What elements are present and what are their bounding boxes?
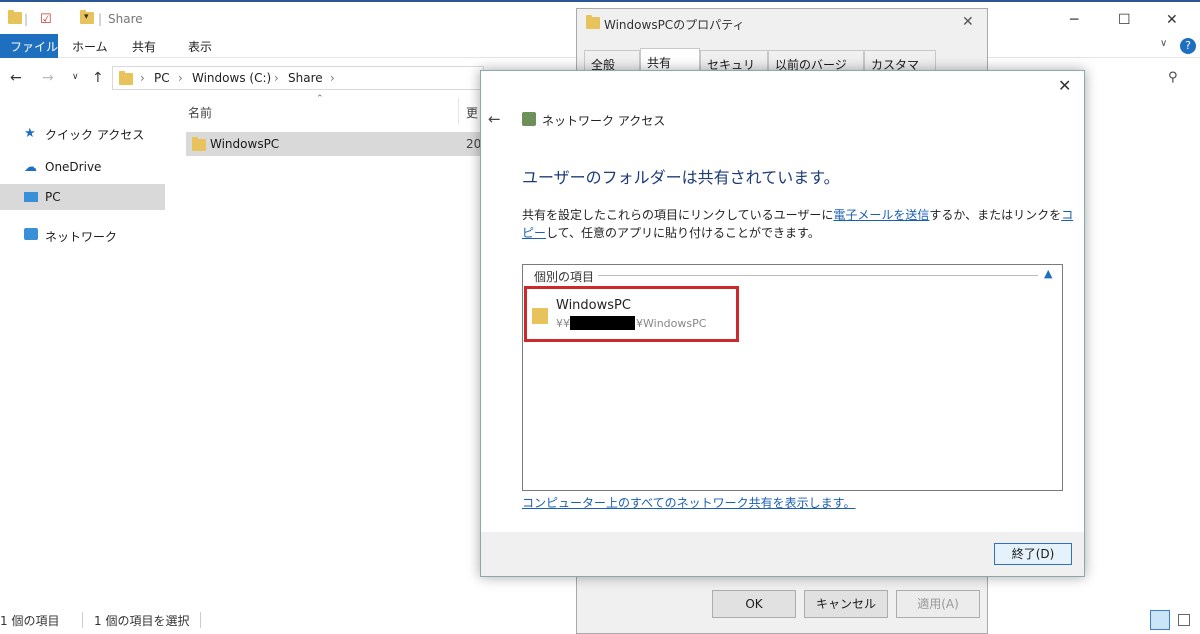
- network-share-icon: [522, 112, 536, 126]
- help-icon[interactable]: ?: [1180, 38, 1196, 54]
- properties-check-icon[interactable]: ☑: [40, 12, 52, 27]
- column-header-name[interactable]: 名前: [188, 104, 212, 121]
- collapse-icon[interactable]: ▲: [1044, 267, 1052, 280]
- close-icon[interactable]: ✕: [962, 14, 974, 30]
- redaction-bar: [570, 316, 635, 330]
- status-selected-count: 1 個の項目を選択: [94, 614, 190, 628]
- file-date: 20: [466, 137, 482, 151]
- folder-icon: [8, 10, 22, 24]
- shared-item-name[interactable]: WindowsPC: [556, 298, 631, 313]
- computer-icon: [24, 192, 38, 202]
- back-icon[interactable]: ←: [488, 110, 501, 128]
- shared-item-path-prefix: ¥¥: [556, 317, 570, 330]
- breadcrumb-drive[interactable]: Windows (C:): [192, 71, 271, 85]
- desc-text: 共有を設定したこれらの項目にリンクしているユーザーに: [522, 208, 834, 222]
- back-icon[interactable]: ←: [10, 70, 22, 86]
- status-divider: [82, 612, 83, 628]
- show-all-shares-link[interactable]: コンピューター上のすべてのネットワーク共有を表示します。: [522, 494, 855, 511]
- folder-icon: [532, 308, 548, 324]
- group-label: 個別の項目: [534, 268, 599, 285]
- close-icon[interactable]: ✕: [1058, 76, 1071, 95]
- cloud-icon: ☁: [24, 160, 37, 175]
- folder-icon: [119, 71, 133, 85]
- sidebar-item-label: ネットワーク: [45, 230, 118, 244]
- ribbon-tab-file[interactable]: ファイル: [0, 34, 58, 58]
- expand-ribbon-icon[interactable]: ∨: [1160, 38, 1167, 49]
- highlight-box: [524, 286, 739, 342]
- finish-button[interactable]: 終了(D): [994, 543, 1072, 565]
- sidebar-item-quick-access[interactable]: ★ クイック アクセス: [0, 120, 165, 146]
- column-divider[interactable]: [458, 98, 459, 124]
- breadcrumb-separator-icon[interactable]: ›: [274, 71, 279, 85]
- sidebar-item-label: OneDrive: [45, 160, 102, 174]
- folder-icon: [192, 137, 206, 151]
- sort-ascending-icon: ⌃: [316, 94, 324, 104]
- dialog-heading: ユーザーのフォルダーは共有されています。: [522, 168, 840, 187]
- sidebar-item-label: PC: [45, 190, 61, 204]
- email-link[interactable]: 電子メールを送信: [833, 208, 929, 222]
- separator-icon: |: [24, 12, 29, 26]
- sidebar-item-label: クイック アクセス: [45, 128, 145, 142]
- maximize-icon[interactable]: ☐: [1118, 12, 1131, 28]
- quick-access-dropdown-icon[interactable]: ▾: [84, 12, 89, 22]
- breadcrumb-separator-icon[interactable]: ›: [330, 71, 335, 85]
- dialog-title: ネットワーク アクセス: [542, 114, 666, 128]
- breadcrumb-separator-icon[interactable]: ›: [140, 71, 145, 85]
- search-icon[interactable]: ⚲: [1168, 70, 1178, 85]
- close-icon[interactable]: ✕: [1166, 12, 1178, 28]
- apply-button[interactable]: 適用(A): [896, 590, 980, 618]
- cancel-button[interactable]: キャンセル: [804, 590, 888, 618]
- group-divider: [598, 275, 1038, 276]
- column-header-date[interactable]: 更: [466, 104, 478, 121]
- ok-button[interactable]: OK: [712, 590, 796, 618]
- separator-icon: |: [98, 12, 103, 26]
- desc-text: して、任意のアプリに貼り付けることができます。: [546, 226, 820, 240]
- window-title: Share: [108, 12, 143, 26]
- breadcrumb-pc[interactable]: PC: [154, 71, 170, 85]
- breadcrumb-share[interactable]: Share: [288, 71, 323, 85]
- tiles-glyph: [1178, 614, 1190, 626]
- breadcrumb-separator-icon[interactable]: ›: [178, 71, 183, 85]
- file-name: WindowsPC: [210, 137, 280, 151]
- folder-icon: [586, 15, 600, 29]
- ribbon-tab-view[interactable]: 表示: [188, 38, 212, 55]
- status-divider: [200, 612, 201, 628]
- up-icon[interactable]: ↑: [92, 70, 104, 86]
- ribbon-tab-home[interactable]: ホーム: [72, 38, 108, 55]
- large-icons-view-icon[interactable]: [1174, 610, 1194, 630]
- sidebar-item-network[interactable]: ネットワーク: [0, 222, 165, 248]
- forward-icon[interactable]: →: [42, 70, 54, 86]
- star-icon: ★: [24, 126, 36, 141]
- properties-title: WindowsPCのプロパティ: [604, 18, 745, 32]
- sidebar-item-pc[interactable]: PC: [0, 184, 165, 210]
- details-view-icon[interactable]: [1150, 610, 1170, 630]
- status-item-count: 1 個の項目: [0, 614, 60, 628]
- dialog-description: 共有を設定したこれらの項目にリンクしているユーザーに電子メールを送信するか、また…: [522, 206, 1082, 242]
- sidebar-item-onedrive[interactable]: ☁ OneDrive: [0, 154, 165, 180]
- ribbon-tab-share[interactable]: 共有: [132, 38, 156, 55]
- minimize-icon[interactable]: ─: [1070, 12, 1078, 28]
- network-icon: [24, 228, 38, 240]
- recent-locations-icon[interactable]: ∨: [72, 72, 79, 82]
- desc-text: するか、またはリンクを: [929, 208, 1062, 222]
- shared-item-path-suffix: ¥WindowsPC: [636, 317, 707, 330]
